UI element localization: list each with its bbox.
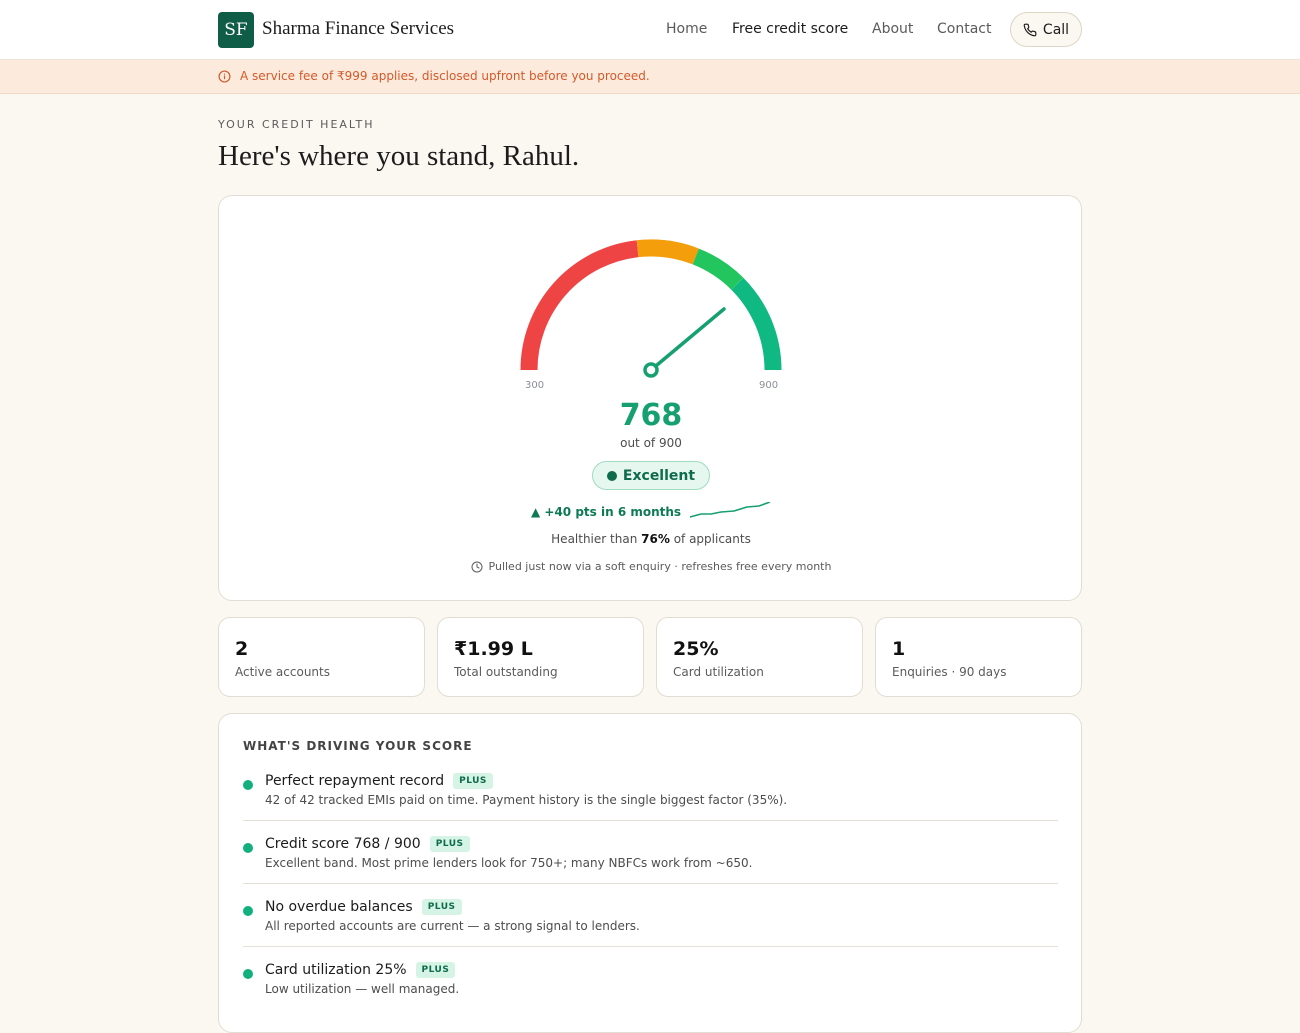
- driver-title: No overdue balances: [265, 899, 413, 915]
- driver-description: 42 of 42 tracked EMIs paid on time. Paym…: [265, 793, 788, 807]
- nav-free-credit-score[interactable]: Free credit score: [732, 21, 848, 37]
- page-title: Here's where you stand, Rahul.: [218, 140, 580, 172]
- gauge-segment-poor: [520, 240, 639, 371]
- stat-card-utilization: 25% Card utilization: [656, 617, 863, 697]
- plus-badge: PLUS: [421, 899, 462, 915]
- percentile-value: 76%: [641, 532, 670, 546]
- gauge-segment-good: [692, 248, 744, 290]
- gauge-min-label: 300: [525, 380, 545, 391]
- clock-icon: [471, 561, 483, 572]
- stat-label: Card utilization: [673, 665, 764, 679]
- percentile-text: Healthier than 76% of applicants: [551, 532, 751, 546]
- divider: [243, 946, 1058, 947]
- gauge-segment-fair: [636, 239, 699, 265]
- trend-sparkline: [689, 502, 771, 518]
- notice-text: A service fee of ₹999 applies, disclosed…: [240, 69, 650, 83]
- gauge-max-label: 900: [759, 380, 779, 391]
- plus-badge: PLUS: [415, 962, 456, 978]
- phone-icon: [1023, 23, 1037, 36]
- nav-about[interactable]: About: [872, 21, 913, 37]
- band-label: Excellent: [622, 467, 696, 484]
- nav-contact[interactable]: Contact: [937, 21, 991, 37]
- stat-value: 25%: [673, 638, 719, 660]
- pull-info-text: Pulled just now via a soft enquiry · ref…: [488, 560, 832, 573]
- nav-home[interactable]: Home: [666, 21, 707, 37]
- divider: [243, 820, 1058, 821]
- score-trend: ▲ +40 pts in 6 months: [531, 505, 682, 519]
- score-out-of: out of 900: [620, 436, 682, 450]
- drivers-title: WHAT'S DRIVING YOUR SCORE: [243, 739, 473, 753]
- stat-label: Total outstanding: [454, 665, 558, 679]
- driver-title: Perfect repayment record: [265, 773, 445, 789]
- stat-label: Active accounts: [235, 665, 330, 679]
- score-band-badge: Excellent: [591, 461, 711, 490]
- driver-description: Excellent band. Most prime lenders look …: [265, 856, 753, 870]
- top-navbar: SF Sharma Finance Services Home Free cre…: [0, 0, 1300, 60]
- call-label: Call: [1042, 21, 1070, 38]
- pull-info: Pulled just now via a soft enquiry · ref…: [219, 560, 1083, 573]
- credit-score-card: 300 900 768 out of 900 Excellent ▲ +40 p…: [218, 195, 1082, 601]
- plus-badge: PLUS: [429, 836, 470, 852]
- positive-dot-icon: [243, 906, 253, 916]
- band-dot-icon: [606, 470, 617, 481]
- driver-description: All reported accounts are current — a st…: [265, 919, 640, 933]
- positive-dot-icon: [243, 843, 253, 853]
- info-circle-icon: [218, 70, 231, 83]
- stat-total-outstanding: ₹1.99 L Total outstanding: [437, 617, 644, 697]
- gauge-needle: [649, 307, 726, 372]
- brand-logo[interactable]: SF: [218, 12, 254, 48]
- stat-label: Enquiries · 90 days: [892, 665, 1007, 679]
- score-drivers-card: WHAT'S DRIVING YOUR SCORE Perfect repaym…: [218, 713, 1082, 1033]
- plus-badge: PLUS: [453, 773, 493, 789]
- driver-title: Credit score 768 / 900: [265, 836, 421, 852]
- section-eyebrow: YOUR CREDIT HEALTH: [218, 118, 375, 131]
- stat-value: 2: [235, 638, 249, 660]
- fee-notice-banner: A service fee of ₹999 applies, disclosed…: [0, 60, 1300, 94]
- gauge-needle-pivot: [643, 362, 659, 378]
- stat-value: 1: [892, 638, 906, 660]
- gauge-segment-excellent: [731, 277, 782, 371]
- credit-score-value: 768: [619, 398, 683, 433]
- stat-active-accounts: 2 Active accounts: [218, 617, 425, 697]
- driver-title: Card utilization 25%: [265, 962, 407, 978]
- stat-enquiries: 1 Enquiries · 90 days: [875, 617, 1082, 697]
- call-button[interactable]: Call: [1010, 12, 1082, 47]
- driver-description: Low utilization — well managed.: [265, 982, 460, 996]
- score-gauge: [520, 239, 782, 378]
- positive-dot-icon: [243, 780, 253, 790]
- divider: [243, 883, 1058, 884]
- stat-value: ₹1.99 L: [454, 638, 533, 660]
- positive-dot-icon: [243, 969, 253, 979]
- brand-name[interactable]: Sharma Finance Services: [262, 18, 454, 40]
